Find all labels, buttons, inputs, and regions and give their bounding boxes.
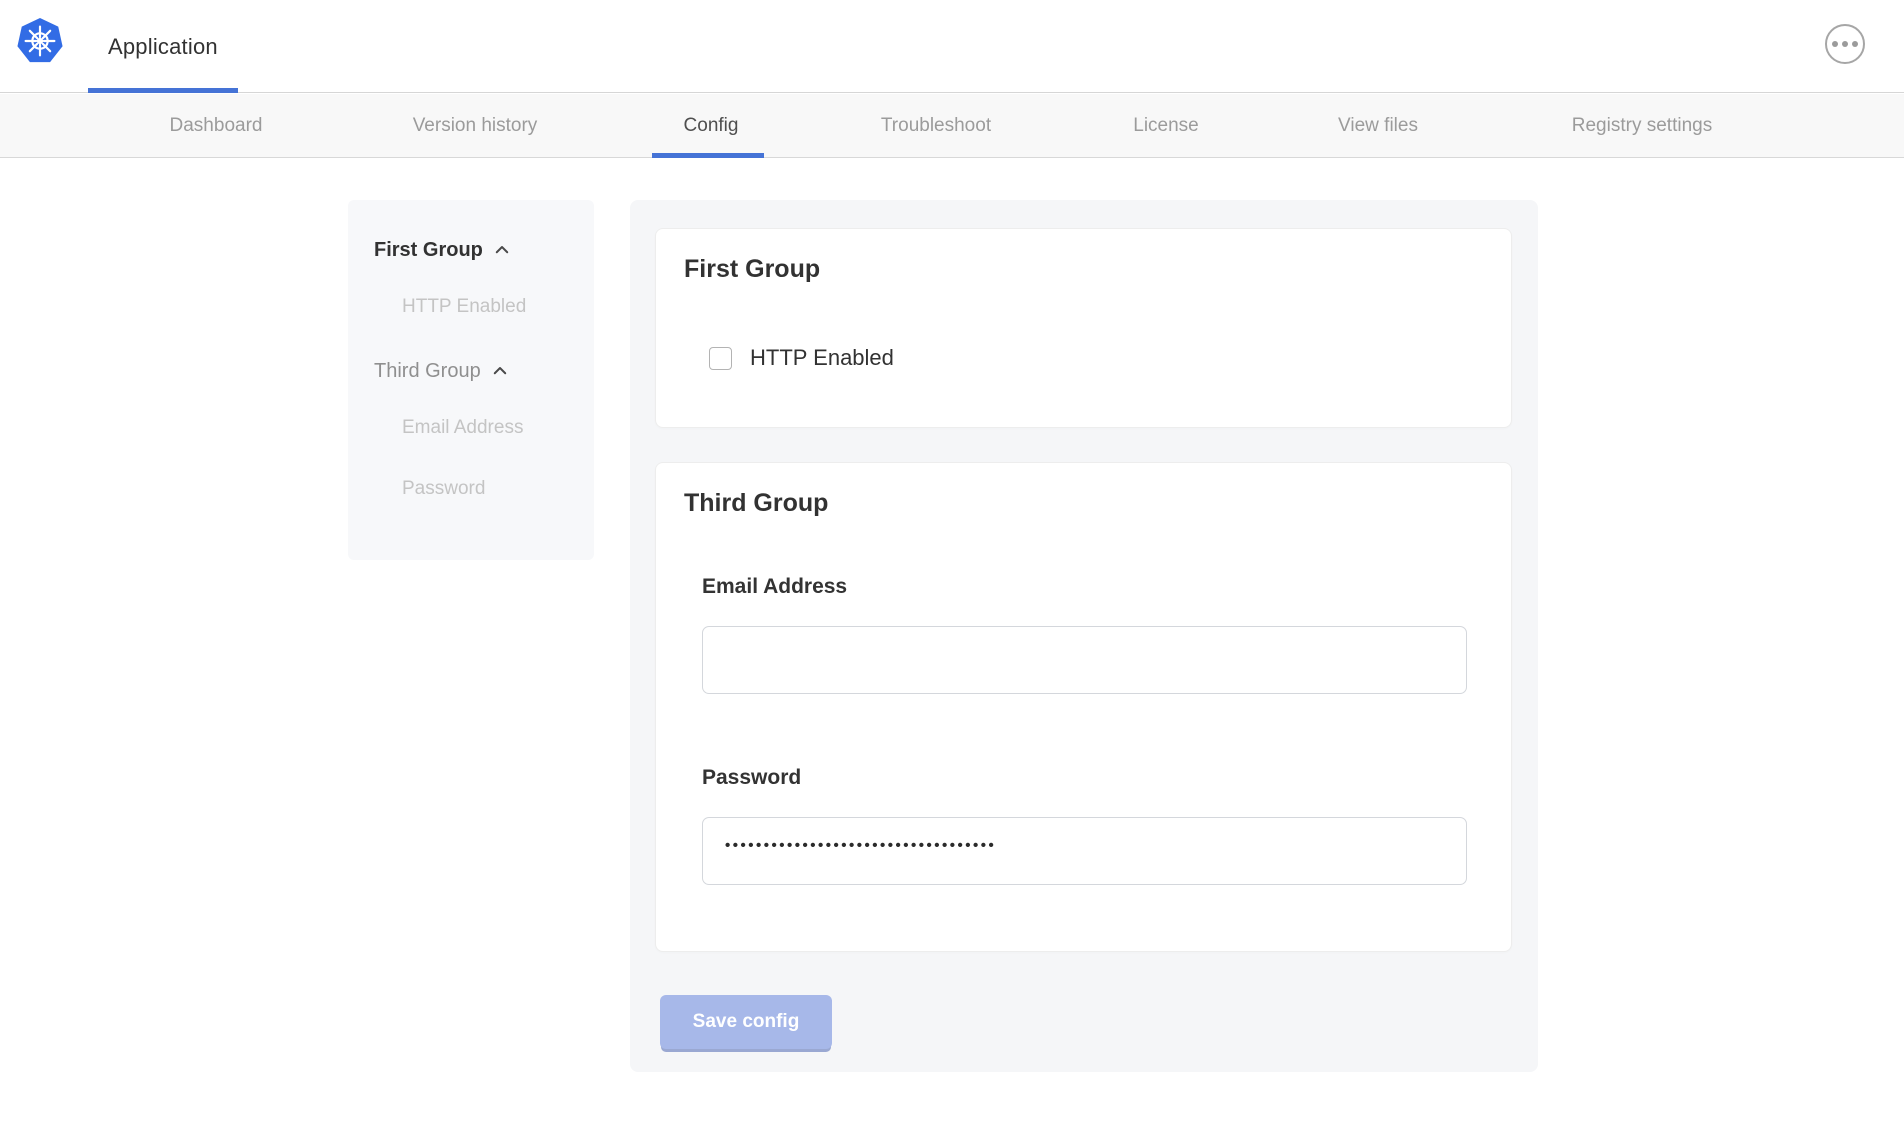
kubernetes-logo-icon <box>16 17 64 65</box>
password-label: Password <box>702 766 801 790</box>
tab-config[interactable]: Config <box>684 94 739 158</box>
tab-license[interactable]: License <box>1133 94 1199 158</box>
email-address-input[interactable] <box>702 626 1467 694</box>
sidebar-item-email-address[interactable]: Email Address <box>348 417 594 441</box>
config-sidebar: First Group HTTP Enabled Third Group Ema… <box>348 200 594 560</box>
sidebar-item-http-enabled[interactable]: HTTP Enabled <box>348 296 594 320</box>
application-tab-label: Application <box>108 34 218 60</box>
tab-view-files[interactable]: View files <box>1338 94 1418 158</box>
tab-registry-settings[interactable]: Registry settings <box>1572 94 1712 158</box>
sidebar-group-first-group[interactable]: First Group <box>348 236 594 264</box>
tab-dashboard[interactable]: Dashboard <box>170 94 263 158</box>
password-input[interactable]: ••••••••••••••••••••••••••••••••••• <box>702 817 1467 885</box>
tab-version-history[interactable]: Version history <box>413 94 538 158</box>
chevron-up-icon <box>491 362 509 380</box>
active-config-tab-underline <box>652 153 764 158</box>
tab-troubleshoot[interactable]: Troubleshoot <box>881 94 991 158</box>
email-address-label: Email Address <box>702 575 847 599</box>
app-header: Application <box>0 0 1904 93</box>
group-title-third: Third Group <box>684 489 828 518</box>
password-masked-value: ••••••••••••••••••••••••••••••••••• <box>725 837 996 854</box>
config-group-card-third: Third Group Email Address Password •••••… <box>655 462 1512 952</box>
sidebar-group-third-group[interactable]: Third Group <box>348 357 594 385</box>
http-enabled-label: HTTP Enabled <box>750 345 894 371</box>
config-group-card-first: First Group HTTP Enabled <box>655 228 1512 428</box>
http-enabled-checkbox[interactable] <box>709 347 732 370</box>
active-tab-underline <box>88 88 238 93</box>
page: Application Dashboard Version history Co… <box>0 0 1904 1122</box>
chevron-up-icon <box>493 241 511 259</box>
ellipsis-dot <box>1842 41 1848 47</box>
config-panel: First Group HTTP Enabled Third Group Ema… <box>630 200 1538 1072</box>
ellipsis-dot <box>1832 41 1838 47</box>
http-enabled-row: HTTP Enabled <box>709 345 894 371</box>
sidebar-group-label: Third Group <box>374 360 481 383</box>
tab-application[interactable]: Application <box>88 0 238 93</box>
sidebar-group-label: First Group <box>374 239 483 262</box>
sidebar-item-password[interactable]: Password <box>348 478 594 502</box>
save-config-button[interactable]: Save config <box>660 995 832 1049</box>
group-title-first: First Group <box>684 255 820 284</box>
ellipsis-menu-button[interactable] <box>1825 24 1865 64</box>
config-navbar: Dashboard Version history Config Trouble… <box>0 94 1904 158</box>
ellipsis-dot <box>1852 41 1858 47</box>
